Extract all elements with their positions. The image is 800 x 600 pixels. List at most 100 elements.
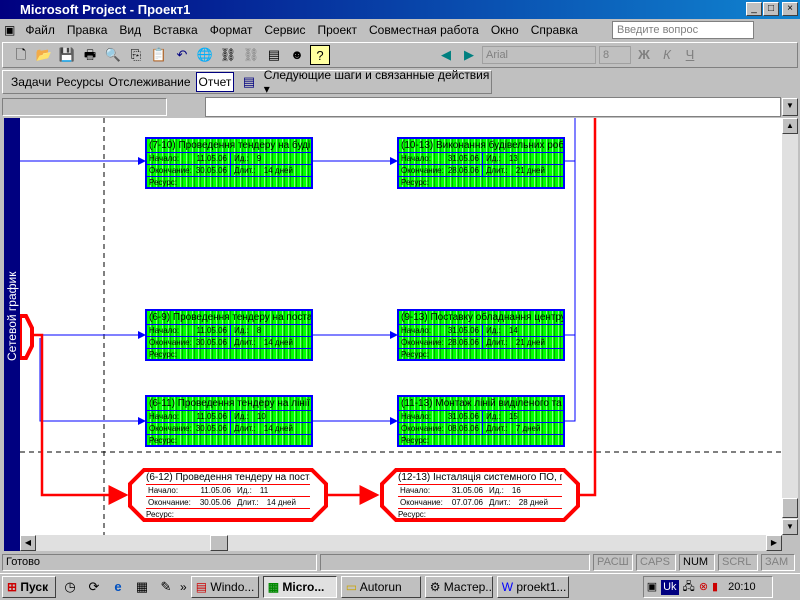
task-proekt1[interactable]: W proekt1... bbox=[496, 576, 569, 598]
menu-file[interactable]: Файл bbox=[19, 23, 61, 37]
vertical-scroll-thumb[interactable] bbox=[782, 498, 798, 518]
font-select[interactable]: Arial bbox=[482, 46, 596, 64]
taskbar: ⊞ Пуск ◷ ⟳ e ▦ ✎ » ▤ Windo... ▦ Micro...… bbox=[0, 573, 800, 600]
duration-label: Длит.: bbox=[486, 338, 508, 347]
guide-resources[interactable]: Ресурсы bbox=[56, 75, 103, 89]
project-icon: ▦ bbox=[267, 580, 280, 594]
minimize-button[interactable]: _ bbox=[746, 2, 762, 16]
duration-value: 14 дней bbox=[266, 498, 296, 507]
next-steps-dropdown[interactable]: Следующие шаги и связанные действия ▾ bbox=[264, 68, 491, 96]
ask-question-input[interactable]: Введите вопрос bbox=[612, 21, 754, 39]
bold-button[interactable]: Ж bbox=[634, 45, 654, 65]
scroll-right-button[interactable]: ▶ bbox=[766, 535, 782, 551]
italic-button[interactable]: К bbox=[657, 45, 677, 65]
start-label: Начало: bbox=[401, 154, 432, 163]
web-icon[interactable]: 🌐 bbox=[195, 45, 215, 65]
notes-icon[interactable]: ☻ bbox=[287, 45, 307, 65]
paste-icon[interactable]: 📋 bbox=[149, 45, 169, 65]
menu-project[interactable]: Проект bbox=[311, 23, 363, 37]
task-node[interactable]: (6-9) Проведення тендеру на постав Начал… bbox=[145, 309, 313, 361]
quicklaunch-clock-icon[interactable]: ◷ bbox=[60, 577, 80, 597]
status-text: Готово bbox=[2, 554, 317, 571]
horizontal-scroll-thumb[interactable] bbox=[210, 535, 228, 551]
quicklaunch-edit-icon[interactable]: ✎ bbox=[156, 577, 176, 597]
print-preview-icon[interactable]: 🔍 bbox=[103, 45, 123, 65]
menu-view[interactable]: Вид bbox=[113, 23, 147, 37]
unlink-icon[interactable]: ⛓ bbox=[241, 45, 261, 65]
tray-monitor-icon[interactable]: ▮ bbox=[712, 580, 718, 595]
quicklaunch-ie-icon[interactable]: e bbox=[108, 577, 128, 597]
language-indicator[interactable]: Uk bbox=[661, 579, 679, 595]
id-value: 10 bbox=[256, 412, 266, 421]
save-icon[interactable]: 💾 bbox=[57, 45, 77, 65]
app-icon[interactable]: ▣ bbox=[0, 23, 19, 37]
close-button[interactable]: × bbox=[782, 2, 798, 16]
menu-help[interactable]: Справка bbox=[525, 23, 584, 37]
menu-collaborate[interactable]: Совместная работа bbox=[363, 23, 485, 37]
ovr-indicator: ЗАМ bbox=[761, 554, 795, 571]
task-info-icon[interactable]: ▤ bbox=[264, 45, 284, 65]
title-bar: Microsoft Project - Проект1 bbox=[0, 0, 800, 19]
start-label: Начало: bbox=[401, 326, 432, 335]
tray-network-icon[interactable]: 🖧 bbox=[683, 580, 695, 595]
finish-value: 30.05.06 bbox=[195, 424, 227, 433]
menu-format[interactable]: Формат bbox=[204, 23, 259, 37]
critical-task-node[interactable]: (6-12) Проведення тендеру на поста Начал… bbox=[128, 468, 328, 522]
menu-edit[interactable]: Правка bbox=[61, 23, 114, 37]
task-node[interactable]: (10-13) Виконання будівельних роб Начало… bbox=[397, 137, 565, 189]
start-button[interactable]: ⊞ Пуск bbox=[2, 576, 56, 598]
guide-toggle-icon[interactable]: ▤ bbox=[239, 72, 258, 92]
id-label: Ид.: bbox=[234, 412, 249, 421]
menu-tools[interactable]: Сервис bbox=[258, 23, 311, 37]
tray-stop-icon[interactable]: ⊗ bbox=[699, 580, 708, 595]
maximize-button[interactable]: □ bbox=[763, 2, 779, 16]
underline-button[interactable]: Ч bbox=[680, 45, 700, 65]
tray-scheduler-icon[interactable]: ▣ bbox=[647, 580, 657, 595]
network-diagram[interactable]: (7-10) Проведення тендеру на будів Начал… bbox=[20, 118, 782, 535]
copy-icon[interactable]: ⎘ bbox=[126, 45, 146, 65]
font-size-select[interactable]: 8 bbox=[599, 46, 631, 64]
id-label: Ид.: bbox=[489, 486, 504, 495]
guide-tracking[interactable]: Отслеживание bbox=[109, 75, 191, 89]
view-bar[interactable]: Сетевой график bbox=[4, 118, 20, 551]
help-icon[interactable]: ? bbox=[310, 45, 330, 65]
link-icon[interactable]: ⛓ bbox=[218, 45, 238, 65]
task-node[interactable]: (9-13) Поставку обладнання центру Начало… bbox=[397, 309, 565, 361]
scroll-down-button[interactable]: ▼ bbox=[782, 519, 798, 535]
menu-insert[interactable]: Вставка bbox=[147, 23, 204, 37]
guide-report[interactable]: Отчет bbox=[195, 72, 235, 92]
quicklaunch-explorer-icon[interactable]: ⟳ bbox=[84, 577, 104, 597]
task-microsoft-project[interactable]: ▦ Micro... bbox=[262, 576, 337, 598]
open-icon[interactable]: 📂 bbox=[34, 45, 54, 65]
node-title: (6-12) Проведення тендеру на поста bbox=[146, 472, 310, 485]
task-node[interactable]: (11-13) Монтаж ліній виділеного та Начал… bbox=[397, 395, 565, 447]
critical-task-node[interactable]: (12-13) Інсталяція системного ПО, п Нача… bbox=[380, 468, 580, 522]
undo-icon[interactable]: ↶ bbox=[172, 45, 192, 65]
vertical-scrollbar[interactable]: ▲ ▼ bbox=[782, 118, 798, 535]
task-autorun[interactable]: ▭ Autorun bbox=[340, 576, 421, 598]
resource-label: Ресурс: bbox=[149, 178, 178, 187]
entry-input[interactable] bbox=[205, 97, 781, 117]
print-icon[interactable]: 🖶 bbox=[80, 45, 100, 65]
back-icon[interactable]: ◀ bbox=[436, 45, 456, 65]
horizontal-scrollbar[interactable]: ◀ ▶ bbox=[20, 535, 782, 551]
menu-window[interactable]: Окно bbox=[485, 23, 525, 37]
guide-tasks[interactable]: Задачи bbox=[11, 75, 51, 89]
duration-label: Длит.: bbox=[234, 338, 256, 347]
task-node[interactable]: (7-10) Проведення тендеру на будів Начал… bbox=[145, 137, 313, 189]
new-icon[interactable]: 🗋 bbox=[11, 45, 31, 65]
task-windows[interactable]: ▤ Windo... bbox=[190, 576, 259, 598]
forward-icon[interactable]: ▶ bbox=[459, 45, 479, 65]
quicklaunch-calc-icon[interactable]: ▦ bbox=[132, 577, 152, 597]
finish-value: 30.05.06 bbox=[195, 338, 227, 347]
task-wizard[interactable]: ⚙ Мастер... bbox=[424, 576, 493, 598]
scroll-left-button[interactable]: ◀ bbox=[20, 535, 36, 551]
id-value: 14 bbox=[508, 326, 518, 335]
task-node[interactable]: (6-11) Проведення тендеру на лінії Начал… bbox=[145, 395, 313, 447]
quicklaunch-more[interactable]: » bbox=[180, 580, 187, 594]
node-title: (11-13) Монтаж ліній виділеного та bbox=[399, 398, 563, 411]
entry-dropdown-button[interactable]: ▼ bbox=[782, 98, 798, 116]
duration-label: Длит.: bbox=[234, 424, 256, 433]
window-title: Microsoft Project - Проект1 bbox=[20, 2, 191, 17]
scroll-up-button[interactable]: ▲ bbox=[782, 118, 798, 134]
